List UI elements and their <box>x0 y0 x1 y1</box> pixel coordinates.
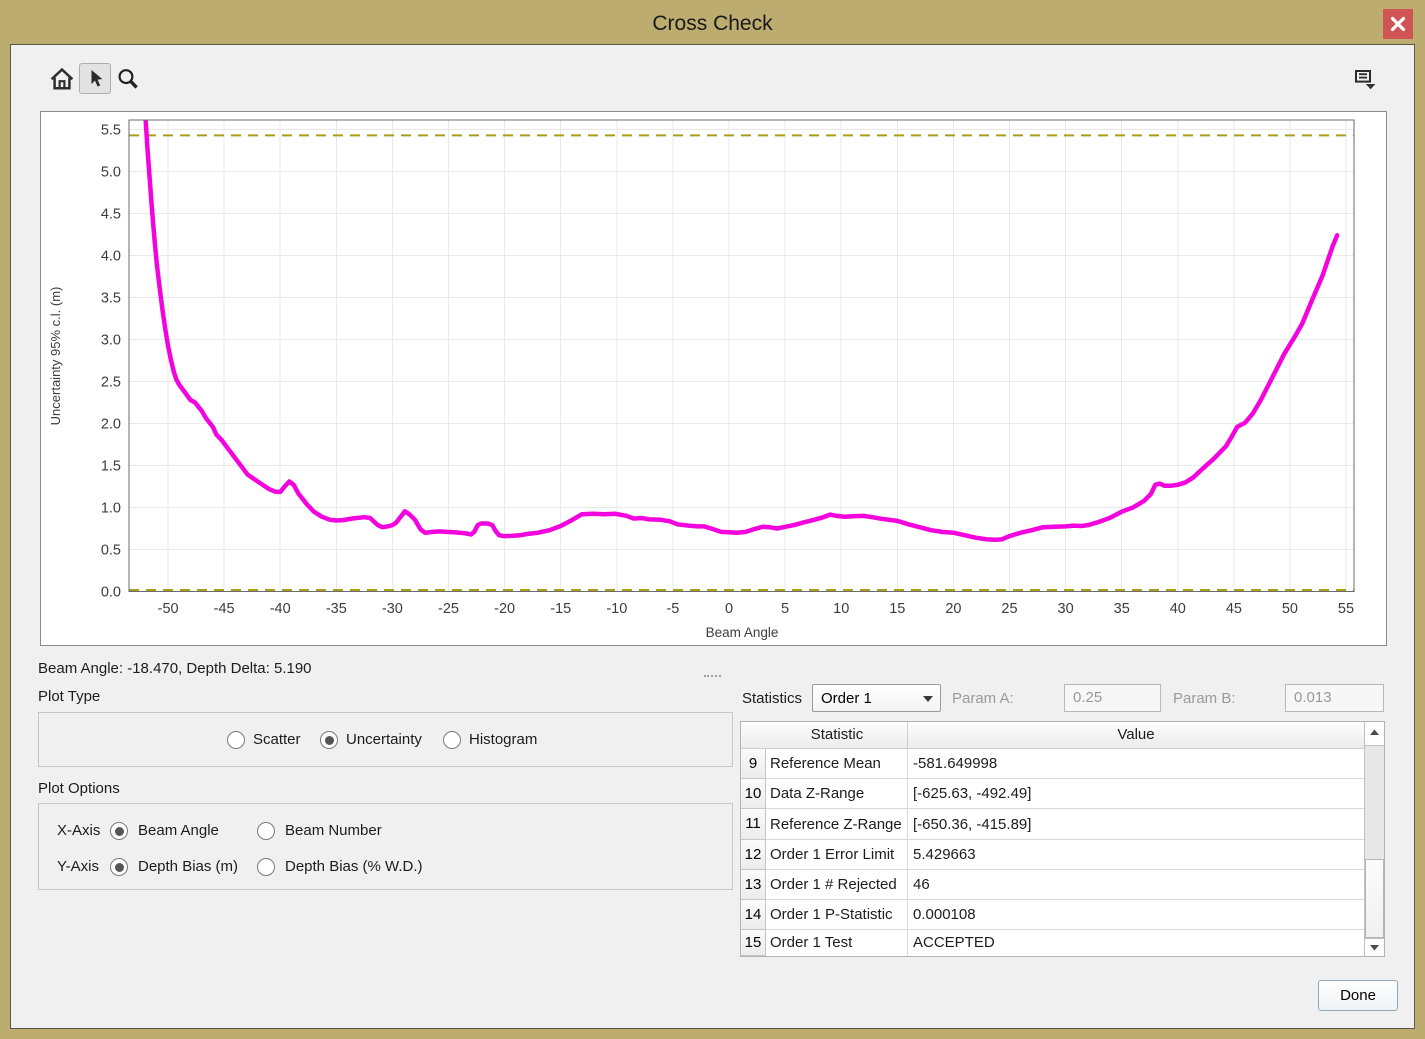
svg-text:2.0: 2.0 <box>101 417 121 433</box>
svg-text:3.0: 3.0 <box>101 333 121 349</box>
svg-text:-40: -40 <box>270 601 291 617</box>
svg-text:1.5: 1.5 <box>101 459 121 475</box>
svg-text:4.0: 4.0 <box>101 249 121 265</box>
svg-text:Beam Angle: Beam Angle <box>706 625 779 640</box>
svg-text:45: 45 <box>1226 601 1242 617</box>
svg-text:55: 55 <box>1338 601 1354 617</box>
svg-text:-35: -35 <box>326 601 347 617</box>
svg-text:-15: -15 <box>550 601 571 617</box>
svg-text:5.0: 5.0 <box>101 165 121 181</box>
svg-text:-20: -20 <box>494 601 515 617</box>
svg-text:1.0: 1.0 <box>101 501 121 517</box>
svg-text:20: 20 <box>945 601 961 617</box>
svg-text:50: 50 <box>1282 601 1298 617</box>
svg-text:30: 30 <box>1058 601 1074 617</box>
svg-text:15: 15 <box>889 601 905 617</box>
svg-text:0.5: 0.5 <box>101 543 121 559</box>
svg-text:40: 40 <box>1170 601 1186 617</box>
svg-text:3.5: 3.5 <box>101 291 121 307</box>
svg-text:10: 10 <box>833 601 849 617</box>
svg-text:-25: -25 <box>438 601 459 617</box>
svg-text:5: 5 <box>781 601 789 617</box>
svg-text:-50: -50 <box>158 601 179 617</box>
svg-text:25: 25 <box>1001 601 1017 617</box>
svg-text:35: 35 <box>1114 601 1130 617</box>
svg-text:0.0: 0.0 <box>101 585 121 601</box>
svg-text:-30: -30 <box>382 601 403 617</box>
svg-text:4.5: 4.5 <box>101 207 121 223</box>
svg-text:5.5: 5.5 <box>101 123 121 139</box>
svg-text:2.5: 2.5 <box>101 375 121 391</box>
svg-text:-45: -45 <box>214 601 235 617</box>
svg-text:Uncertainty 95% c.l. (m): Uncertainty 95% c.l. (m) <box>48 287 63 426</box>
svg-text:-5: -5 <box>666 601 679 617</box>
svg-text:0: 0 <box>725 601 733 617</box>
svg-text:-10: -10 <box>606 601 627 617</box>
